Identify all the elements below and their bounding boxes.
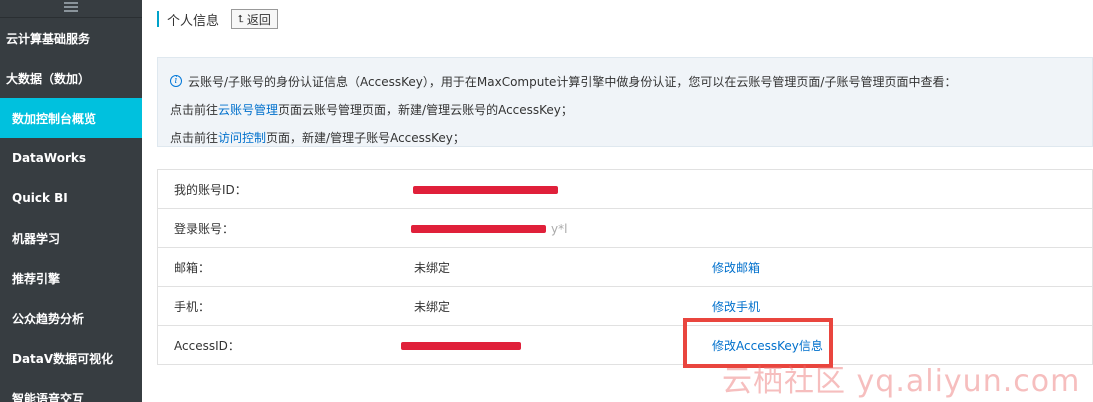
page-title: 个人信息 bbox=[167, 13, 220, 29]
sidebar-item-console-overview[interactable]: 数加控制台概览 bbox=[0, 98, 142, 138]
table-row-account-id: 我的账号ID： bbox=[158, 170, 1092, 209]
table-row-email: 邮箱： 未绑定 修改邮箱 bbox=[158, 248, 1092, 287]
redaction-mark bbox=[413, 186, 558, 194]
table-row-login-account: 登录账号： y*l bbox=[158, 209, 1092, 248]
watermark: 云栖社区 yq.aliyun.com bbox=[722, 364, 1081, 399]
sidebar-item-cloud-basic[interactable]: 云计算基础服务 bbox=[0, 18, 142, 58]
info-line-2-prefix: 点击前往 bbox=[170, 102, 219, 117]
info-line-1: i 云账号/子账号的身份认证信息（AccessKey），用于在MaxComput… bbox=[170, 67, 1092, 95]
sidebar-toggle[interactable] bbox=[0, 0, 142, 18]
redaction-mark bbox=[411, 225, 546, 233]
sidebar-item-recommendation[interactable]: 推荐引擎 bbox=[0, 258, 142, 298]
info-line-2-suffix: 页面云账号管理页面，新建/管理云账号的AccessKey； bbox=[278, 102, 573, 117]
email-value: 未绑定 bbox=[414, 261, 451, 275]
account-id-label: 我的账号ID： bbox=[174, 183, 247, 197]
info-line-1-text: 云账号/子账号的身份认证信息（AccessKey），用于在MaxCompute计… bbox=[188, 74, 957, 89]
access-control-link[interactable]: 访问控制 bbox=[218, 129, 266, 146]
header-accent-bar bbox=[157, 11, 159, 27]
phone-label: 手机： bbox=[174, 300, 211, 314]
cloud-account-link[interactable]: 云账号管理 bbox=[218, 101, 278, 118]
table-row-phone: 手机： 未绑定 修改手机 bbox=[158, 287, 1092, 326]
email-label: 邮箱： bbox=[174, 261, 211, 275]
login-account-label: 登录账号： bbox=[174, 222, 235, 236]
page-header: 个人信息 ⮤ 返回 bbox=[157, 9, 278, 29]
account-info-table: 我的账号ID： 登录账号： y*l 邮箱： 未绑定 修改邮箱 手机： 未绑定 修… bbox=[157, 169, 1093, 365]
info-line-2: 点击前往 云账号管理 页面云账号管理页面，新建/管理云账号的AccessKey； bbox=[170, 95, 1092, 123]
phone-value: 未绑定 bbox=[414, 300, 451, 314]
info-line-3-suffix: 页面，新建/管理子账号AccessKey； bbox=[266, 130, 465, 145]
sidebar-item-voice[interactable]: 智能语音交互 bbox=[0, 378, 142, 402]
back-button[interactable]: ⮤ 返回 bbox=[231, 9, 278, 29]
back-button-label: 返回 bbox=[246, 12, 271, 27]
sidebar-item-datav[interactable]: DataV数据可视化 bbox=[0, 338, 142, 378]
info-line-3: 点击前往 访问控制 页面，新建/管理子账号AccessKey； bbox=[170, 123, 1092, 151]
sidebar-item-machine-learning[interactable]: 机器学习 bbox=[0, 218, 142, 258]
info-notice: i 云账号/子账号的身份认证信息（AccessKey），用于在MaxComput… bbox=[157, 57, 1093, 147]
sidebar-item-dataworks[interactable]: DataWorks bbox=[0, 138, 142, 178]
edit-phone-link[interactable]: 修改手机 bbox=[712, 287, 760, 326]
menu-icon[interactable] bbox=[64, 2, 78, 12]
back-arrow-icon: ⮤ bbox=[238, 13, 244, 25]
sidebar: 云计算基础服务 大数据（数加） 数加控制台概览 DataWorks Quick … bbox=[0, 0, 142, 402]
sidebar-item-trend-analysis[interactable]: 公众趋势分析 bbox=[0, 298, 142, 338]
info-line-3-prefix: 点击前往 bbox=[170, 130, 219, 145]
access-id-label: AccessID： bbox=[174, 339, 240, 353]
main-content: 个人信息 ⮤ 返回 i 云账号/子账号的身份认证信息（AccessKey），用于… bbox=[142, 0, 1093, 402]
sidebar-item-big-data[interactable]: 大数据（数加） bbox=[0, 58, 142, 98]
sidebar-item-quick-bi[interactable]: Quick BI bbox=[0, 178, 142, 218]
info-icon: i bbox=[170, 75, 182, 87]
edit-email-link[interactable]: 修改邮箱 bbox=[712, 248, 760, 287]
redaction-mark bbox=[401, 342, 521, 350]
login-account-value: y*l bbox=[551, 221, 568, 236]
